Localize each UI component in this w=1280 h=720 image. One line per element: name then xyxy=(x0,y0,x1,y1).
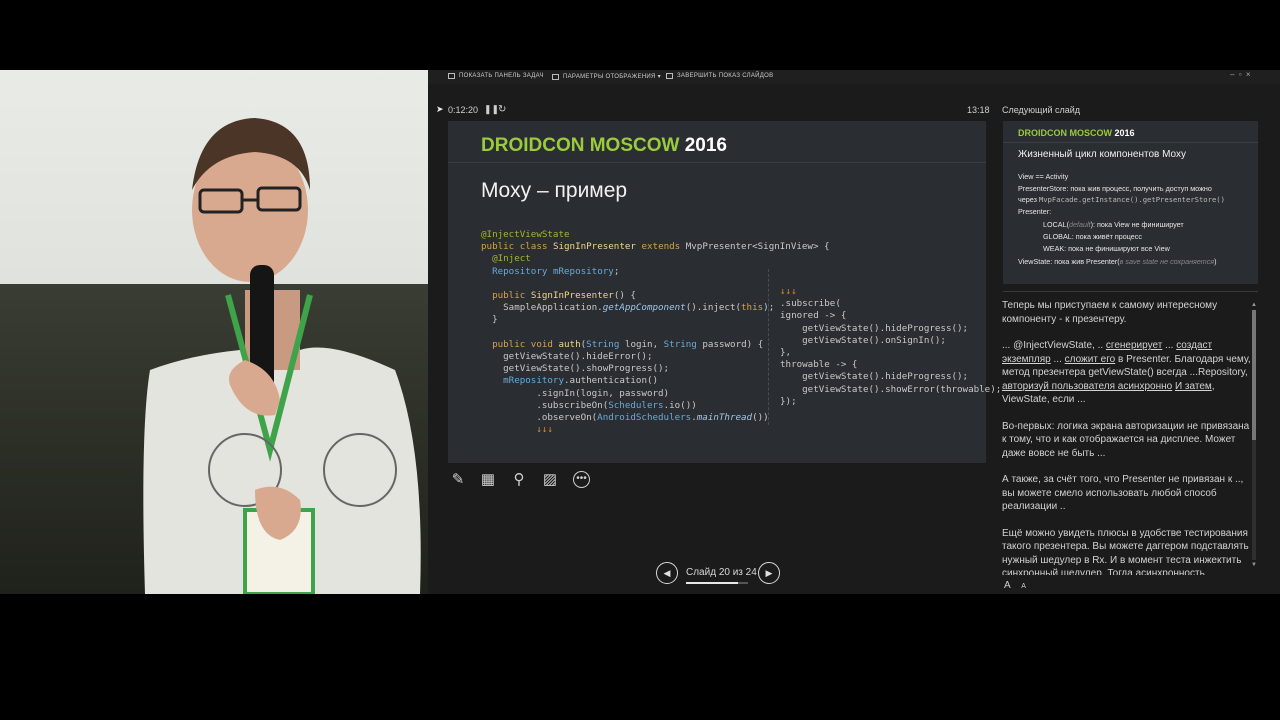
timer-bar: ➤ 0:12:20 ❚❚ ↻ 13:18 xyxy=(436,104,990,118)
minimize-icon[interactable]: – xyxy=(1230,70,1235,79)
ellipsis-icon: ••• xyxy=(576,473,587,484)
notes-paragraph: А также, за счёт того, что Presenter не … xyxy=(1002,474,1244,512)
slide-tools: ✎ ▦ ⚲ ▨ ••• xyxy=(448,470,648,492)
slide-title: Moxy – пример xyxy=(481,179,628,202)
next-slide-line: View == Activity xyxy=(1018,172,1069,181)
slide-progress xyxy=(686,582,748,584)
notes-paragraph: Ещё можно увидеть плюсы в удобстве тести… xyxy=(1002,527,1249,576)
speaker-video xyxy=(0,70,428,594)
scroll-up-icon[interactable]: ▲ xyxy=(1251,302,1257,308)
next-slide-divider xyxy=(1003,142,1258,143)
more-options-button[interactable]: ••• xyxy=(573,471,590,488)
presenter-toolbar: ПОКАЗАТЬ ПАНЕЛЬ ЗАДАЧ ПАРАМЕТРЫ ОТОБРАЖЕ… xyxy=(428,70,1280,84)
close-icon[interactable]: × xyxy=(1246,70,1251,79)
next-slide-line: WEAK: пока не финишируют все View xyxy=(1043,244,1170,253)
show-taskbar-button[interactable]: ПОКАЗАТЬ ПАНЕЛЬ ЗАДАЧ xyxy=(448,73,544,79)
cursor-icon: ➤ xyxy=(436,104,444,114)
slide-progress-fill xyxy=(686,582,738,584)
slide-counter: Слайд 20 из 24 xyxy=(686,567,757,578)
arrow-right-icon: ▶ xyxy=(765,568,773,578)
notes-separator xyxy=(1003,291,1258,292)
previous-slide-button[interactable]: ◀ xyxy=(656,562,678,584)
scroll-down-icon[interactable]: ▼ xyxy=(1251,562,1257,568)
next-slide-line: ViewState: пока жив Presenter(в save sta… xyxy=(1018,257,1217,266)
grid-icon: ▦ xyxy=(480,471,496,488)
pen-icon: ✎ xyxy=(451,471,465,488)
next-slide-line: PresenterStore: пока жив процесс, получи… xyxy=(1018,184,1212,193)
speaker-figure xyxy=(143,118,421,594)
restart-timer-button[interactable]: ↻ xyxy=(498,104,506,115)
next-slide-label: Следующий слайд xyxy=(1002,105,1081,115)
monitor-icon xyxy=(552,73,559,80)
elapsed-time: 0:12:20 xyxy=(448,105,479,115)
end-slideshow-button[interactable]: ЗАВЕРШИТЬ ПОКАЗ СЛАЙДОВ xyxy=(666,73,773,79)
slide-navigation: ◀ Слайд 20 из 24 ▶ xyxy=(654,562,784,588)
notes-font-controls: A A xyxy=(1004,580,1026,591)
next-slide-button[interactable]: ▶ xyxy=(758,562,780,584)
next-slide-title: Жизненный цикл компонентов Moxy xyxy=(1018,149,1187,160)
decrease-font-button[interactable]: A xyxy=(1021,583,1026,590)
notes-scrollbar[interactable]: ▲ ▼ xyxy=(1251,302,1257,568)
display-settings-button[interactable]: ПАРАМЕТРЫ ОТОБРАЖЕНИЯ ▾ xyxy=(552,73,661,80)
pen-tool-button[interactable]: ✎ xyxy=(448,470,468,490)
stop-icon xyxy=(666,73,673,79)
black-screen-button[interactable]: ▨ xyxy=(540,470,560,490)
magnifier-icon: ⚲ xyxy=(513,471,525,488)
code-block-left: @InjectViewState public class SignInPres… xyxy=(481,229,830,436)
next-slide-line: GLOBAL: пока живёт процесс xyxy=(1043,232,1142,241)
code-column-separator xyxy=(768,269,769,425)
notes-paragraph: ... @InjectViewState, .. сгенерирует ...… xyxy=(1002,340,1251,405)
presenter-view: ПОКАЗАТЬ ПАНЕЛЬ ЗАДАЧ ПАРАМЕТРЫ ОТОБРАЖЕ… xyxy=(428,70,1280,594)
zoom-button[interactable]: ⚲ xyxy=(509,470,529,490)
increase-font-button[interactable]: A xyxy=(1004,580,1011,591)
slide-brand: DROIDCON MOSCOW 2016 xyxy=(481,135,727,156)
window-controls: – ▫ × xyxy=(1230,70,1251,79)
next-slide-brand: DROIDCON MOSCOW 2016 xyxy=(1018,128,1135,138)
see-all-slides-button[interactable]: ▦ xyxy=(478,470,498,490)
next-slide-line: LOCAL(default): пока View не финиширует xyxy=(1043,220,1184,229)
taskbar-icon xyxy=(448,73,455,79)
clock: 13:18 xyxy=(967,105,990,115)
next-slide-preview[interactable]: DROIDCON MOSCOW 2016 Жизненный цикл комп… xyxy=(1003,121,1258,284)
arrow-left-icon: ◀ xyxy=(663,568,671,578)
pause-timer-button[interactable]: ❚❚ xyxy=(484,104,499,115)
screen-icon: ▨ xyxy=(542,471,558,488)
slide-divider xyxy=(448,162,986,163)
speaker-notes[interactable]: Теперь мы приступаем к самому интересном… xyxy=(1002,299,1254,575)
scrollbar-thumb[interactable] xyxy=(1252,310,1256,440)
code-block-right: ↓↓↓ .subscribe( ignored -> { getViewStat… xyxy=(780,286,1002,407)
restore-icon[interactable]: ▫ xyxy=(1239,70,1242,79)
notes-paragraph: Теперь мы приступаем к самому интересном… xyxy=(1002,300,1218,325)
next-slide-line: через MvpFacade.getInstance().getPresent… xyxy=(1018,195,1225,204)
current-slide: DROIDCON MOSCOW 2016 Moxy – пример @Inje… xyxy=(448,121,1001,463)
notes-paragraph: Во-первых: логика экрана авторизации не … xyxy=(1002,420,1250,459)
next-slide-line: Presenter: xyxy=(1018,207,1052,216)
